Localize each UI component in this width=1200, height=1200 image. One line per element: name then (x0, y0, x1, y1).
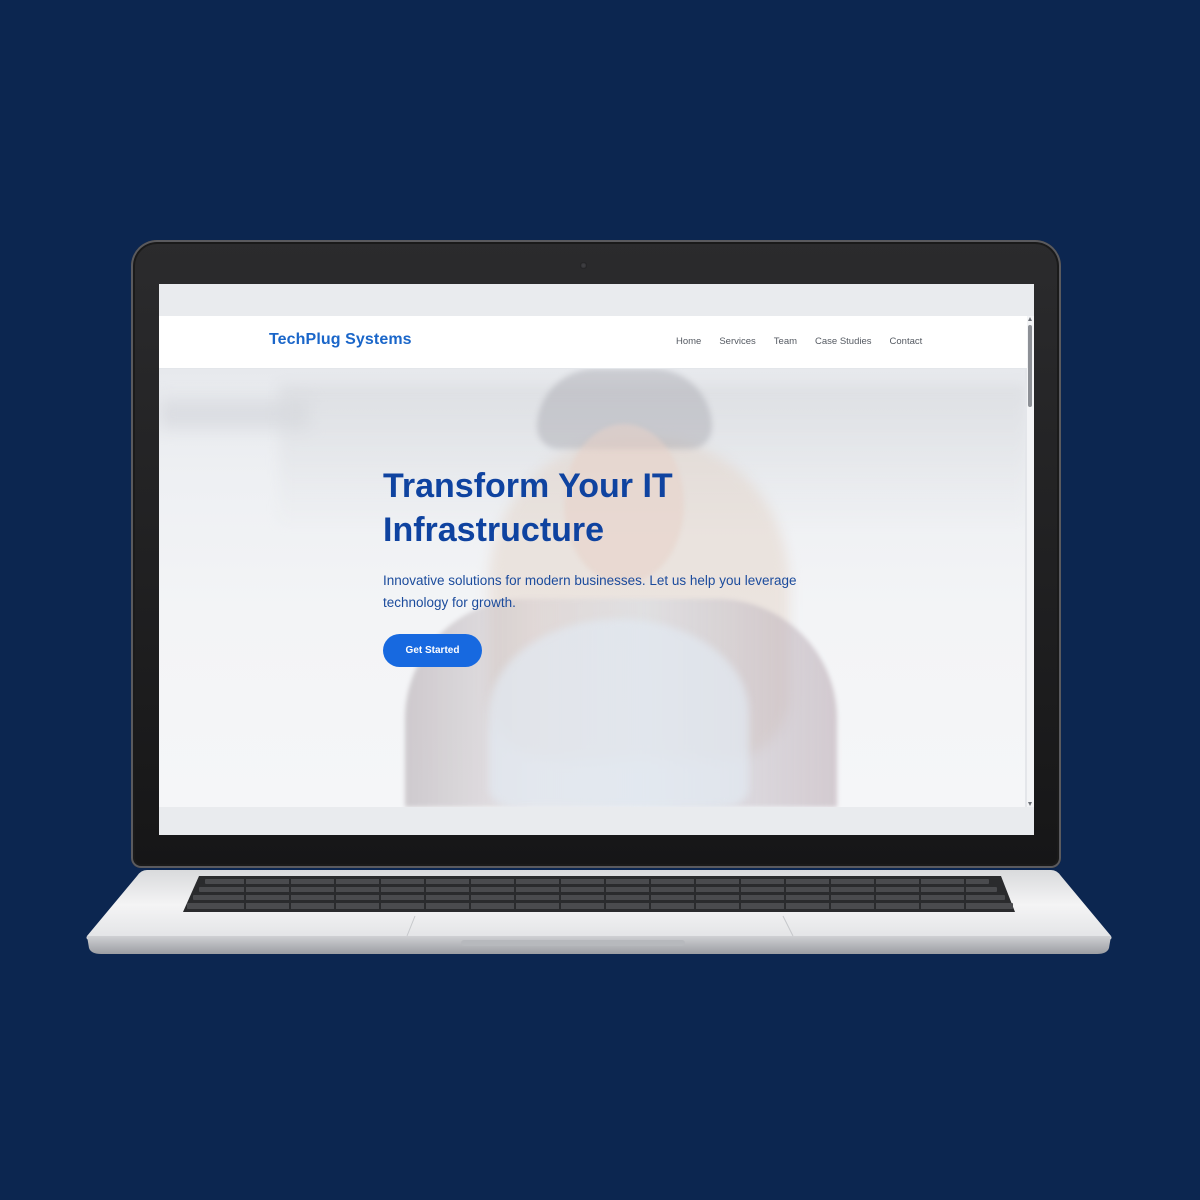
hero-subtitle: Innovative solutions for modern business… (383, 573, 797, 610)
scroll-down-arrow-icon[interactable] (1028, 802, 1032, 806)
nav-contact[interactable]: Contact (890, 336, 923, 347)
nav-home[interactable]: Home (676, 336, 701, 347)
nav-services[interactable]: Services (719, 336, 755, 347)
scroll-up-arrow-icon[interactable] (1028, 317, 1032, 321)
nav-team[interactable]: Team (774, 336, 797, 347)
page-scrollbar[interactable] (1027, 316, 1034, 807)
browser-top-area (159, 284, 1034, 316)
laptop-keyboard (175, 874, 1020, 914)
hero-section: Transform Your IT Infrastructure Innovat… (159, 369, 1027, 807)
scroll-thumb[interactable] (1028, 325, 1032, 407)
nav-case-studies[interactable]: Case Studies (815, 336, 872, 347)
get-started-button[interactable]: Get Started (383, 634, 482, 667)
main-nav: Home Services Team Case Studies Contact (676, 336, 922, 347)
hero-content: Transform Your IT Infrastructure Innovat… (383, 464, 823, 667)
webcam-icon (580, 262, 587, 269)
hero-title: Transform Your IT Infrastructure (383, 467, 673, 549)
site-header: TechPlug Systems Home Services Team Case… (159, 316, 1027, 369)
laptop-screen: TechPlug Systems Home Services Team Case… (159, 284, 1034, 835)
next-section-peek (159, 807, 1034, 835)
brand-logo[interactable]: TechPlug Systems (269, 331, 412, 349)
